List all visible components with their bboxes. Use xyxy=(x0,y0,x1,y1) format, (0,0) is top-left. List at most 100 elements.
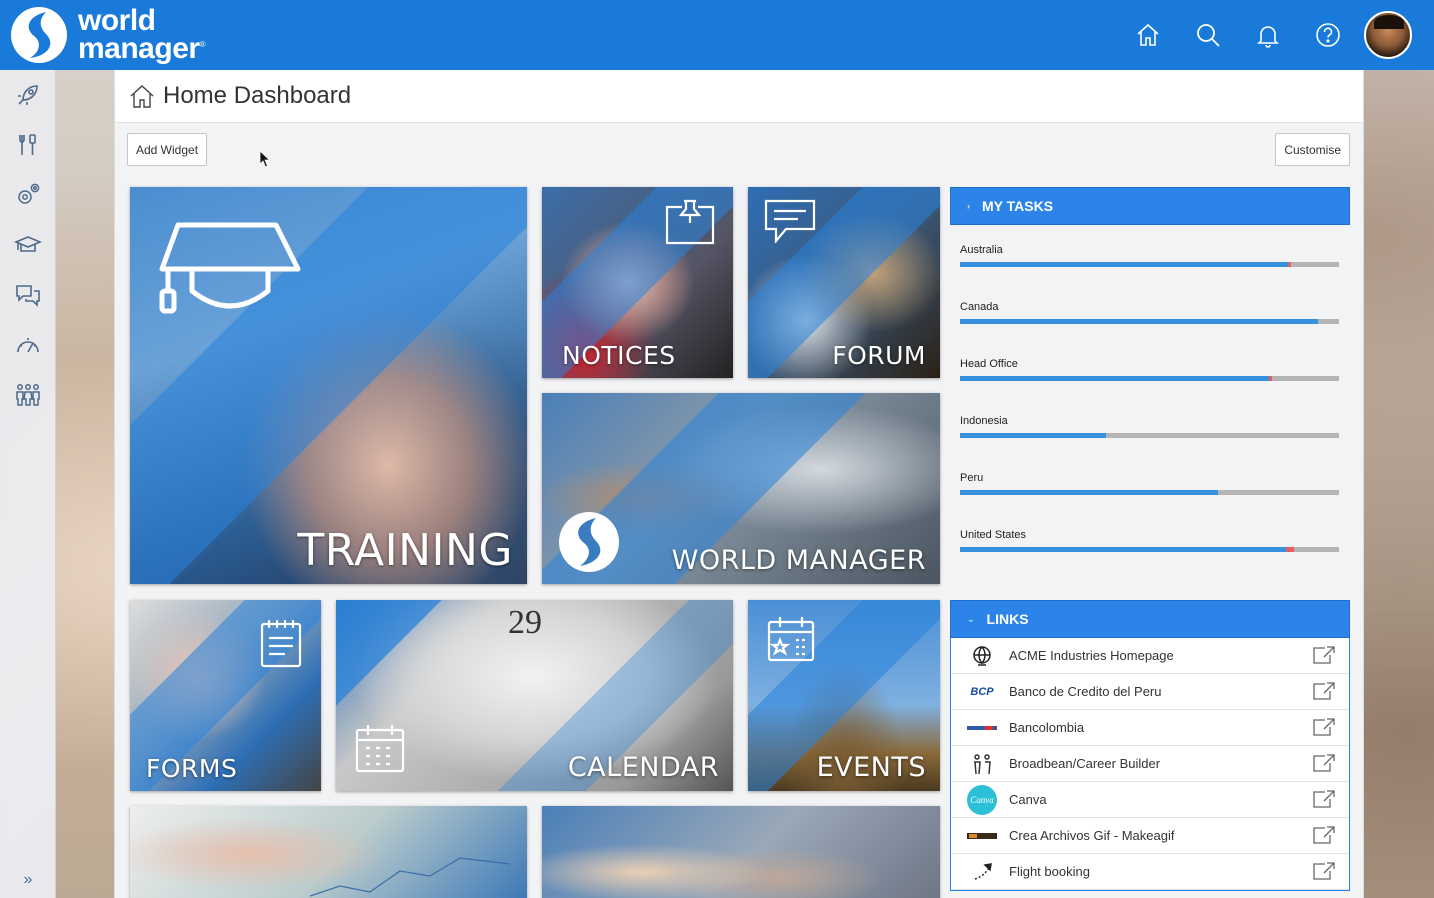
task-row-name: Canada xyxy=(960,301,999,313)
link-row[interactable]: Bancolombia xyxy=(951,710,1349,746)
tile-notices[interactable]: NOTICES xyxy=(542,187,733,378)
tile-support[interactable] xyxy=(542,806,940,898)
dashboard-gauge-icon xyxy=(17,338,39,353)
task-row-name: United States xyxy=(960,529,1027,541)
sidebar-item-reports[interactable] xyxy=(0,320,56,370)
sidebar-item-tools[interactable] xyxy=(0,120,56,170)
tile-forum[interactable]: FORUM xyxy=(748,187,940,378)
tile-forms[interactable]: FORMS xyxy=(130,600,321,791)
training-icon xyxy=(14,236,42,252)
task-progress-complete xyxy=(960,376,1269,381)
task-row[interactable]: United States xyxy=(960,520,1340,577)
logo-line2: manager xyxy=(78,32,200,65)
sidebar-expand-button[interactable]: » xyxy=(0,868,56,892)
tile-analytics[interactable] xyxy=(130,806,527,898)
chevron-down-icon: ⌄ xyxy=(967,613,975,624)
task-progress-complete xyxy=(960,490,1219,495)
sidebar-item-people[interactable] xyxy=(0,370,56,420)
link-label: Banco de Credito del Peru xyxy=(1009,684,1162,699)
globe-logo xyxy=(967,645,997,667)
calendar-grid-icon xyxy=(355,725,405,773)
canva-logo-text: Canva xyxy=(967,784,997,815)
links-header[interactable]: ⌄ LINKS xyxy=(950,600,1350,638)
tile-forms-label: FORMS xyxy=(146,754,238,783)
tile-training-label: TRAINING xyxy=(297,525,513,576)
tile-training[interactable]: TRAINING xyxy=(130,187,527,584)
links-list: ACME Industries Homepage BCP Banco de Cred… xyxy=(950,638,1350,891)
task-progress-bar xyxy=(960,433,1339,438)
pin-board-icon xyxy=(665,199,715,245)
sidebar-item-launch[interactable] xyxy=(0,70,56,120)
task-row-name: Australia xyxy=(960,244,1003,256)
world-manager-mark-icon xyxy=(559,512,619,572)
external-link-icon[interactable] xyxy=(1313,826,1335,849)
sidebar-item-messages[interactable] xyxy=(0,270,56,320)
world-manager-logo[interactable]: world manager® xyxy=(10,4,206,64)
external-link-icon[interactable] xyxy=(1313,682,1335,705)
task-row[interactable]: Peru xyxy=(960,463,1340,520)
people-logo xyxy=(967,753,997,775)
task-row[interactable]: Australia xyxy=(960,235,1340,292)
link-row[interactable]: BCP Banco de Credito del Peru xyxy=(951,674,1349,710)
external-link-icon[interactable] xyxy=(1313,862,1335,885)
speech-bubble-icon xyxy=(764,199,816,243)
search-icon xyxy=(1197,24,1220,47)
help-button[interactable] xyxy=(1298,0,1358,70)
external-link-icon[interactable] xyxy=(1313,790,1335,813)
customise-button[interactable]: Customise xyxy=(1275,133,1350,166)
task-progress-bar xyxy=(960,547,1339,552)
event-calendar-star-icon xyxy=(767,617,815,662)
tile-calendar[interactable]: 29 CALENDAR xyxy=(336,600,733,791)
link-row[interactable]: Broadbean/Career Builder xyxy=(951,746,1349,782)
link-label: Bancolombia xyxy=(1009,720,1085,735)
chevron-right-icon: › xyxy=(967,201,970,211)
tile-calendar-label: CALENDAR xyxy=(567,752,719,783)
external-link-icon[interactable] xyxy=(1313,754,1335,777)
clipboard-form-icon xyxy=(260,620,302,668)
calendar-day-number: 29 xyxy=(508,604,542,641)
task-progress-overdue xyxy=(1268,376,1272,381)
user-avatar[interactable] xyxy=(1364,11,1412,59)
links-title: LINKS xyxy=(986,611,1029,627)
search-button[interactable] xyxy=(1178,0,1238,70)
canva-logo: Canva xyxy=(967,784,997,815)
add-widget-button[interactable]: Add Widget xyxy=(127,133,208,166)
top-bar: world manager® xyxy=(0,0,1434,70)
home-button[interactable] xyxy=(1118,0,1178,70)
task-progress-bar xyxy=(960,262,1339,267)
task-progress-complete xyxy=(960,319,1319,324)
sidebar-item-settings[interactable] xyxy=(0,170,56,220)
tile-world-manager[interactable]: WORLD MANAGER xyxy=(542,393,940,584)
notifications-button[interactable] xyxy=(1238,0,1298,70)
main-panel: Home Dashboard Add Widget Customise TRAI… xyxy=(114,70,1364,898)
link-label: Canva xyxy=(1009,792,1047,807)
bcp-logo: BCP xyxy=(967,681,997,703)
task-progress-overdue xyxy=(1287,262,1291,267)
task-row[interactable]: Canada xyxy=(960,292,1340,349)
tile-events[interactable]: EVENTS xyxy=(748,600,940,791)
link-label: Crea Archivos Gif - Makeagif xyxy=(1009,828,1175,843)
task-row-name: Peru xyxy=(960,472,984,484)
link-label: ACME Industries Homepage xyxy=(1009,648,1174,663)
task-row[interactable]: Indonesia xyxy=(960,406,1340,463)
home-outline-icon xyxy=(130,85,154,108)
link-row[interactable]: Canva Canva xyxy=(951,782,1349,818)
tile-world-manager-label: WORLD MANAGER xyxy=(671,545,926,576)
tile-events-label: EVENTS xyxy=(816,752,926,783)
logo-text: world manager® xyxy=(78,4,206,64)
link-row[interactable]: ACME Industries Homepage xyxy=(951,638,1349,674)
people-icon xyxy=(16,384,40,406)
my-tasks-widget: › MY TASKS Australia Canada Head Office Ind… xyxy=(950,187,1350,577)
external-link-icon[interactable] xyxy=(1313,718,1335,741)
my-tasks-header[interactable]: › MY TASKS xyxy=(950,187,1350,225)
external-link-icon[interactable] xyxy=(1313,646,1335,669)
sidebar-item-training[interactable] xyxy=(0,220,56,270)
chart-line-decoration xyxy=(310,857,510,897)
link-row[interactable]: Crea Archivos Gif - Makeagif xyxy=(951,818,1349,854)
left-sidebar: » xyxy=(0,70,56,898)
logo-line1: world xyxy=(78,4,156,37)
task-progress-complete xyxy=(960,433,1106,438)
task-row[interactable]: Head Office xyxy=(960,349,1340,406)
link-row[interactable]: Flight booking xyxy=(951,854,1349,890)
logo-mark-icon xyxy=(10,6,70,64)
